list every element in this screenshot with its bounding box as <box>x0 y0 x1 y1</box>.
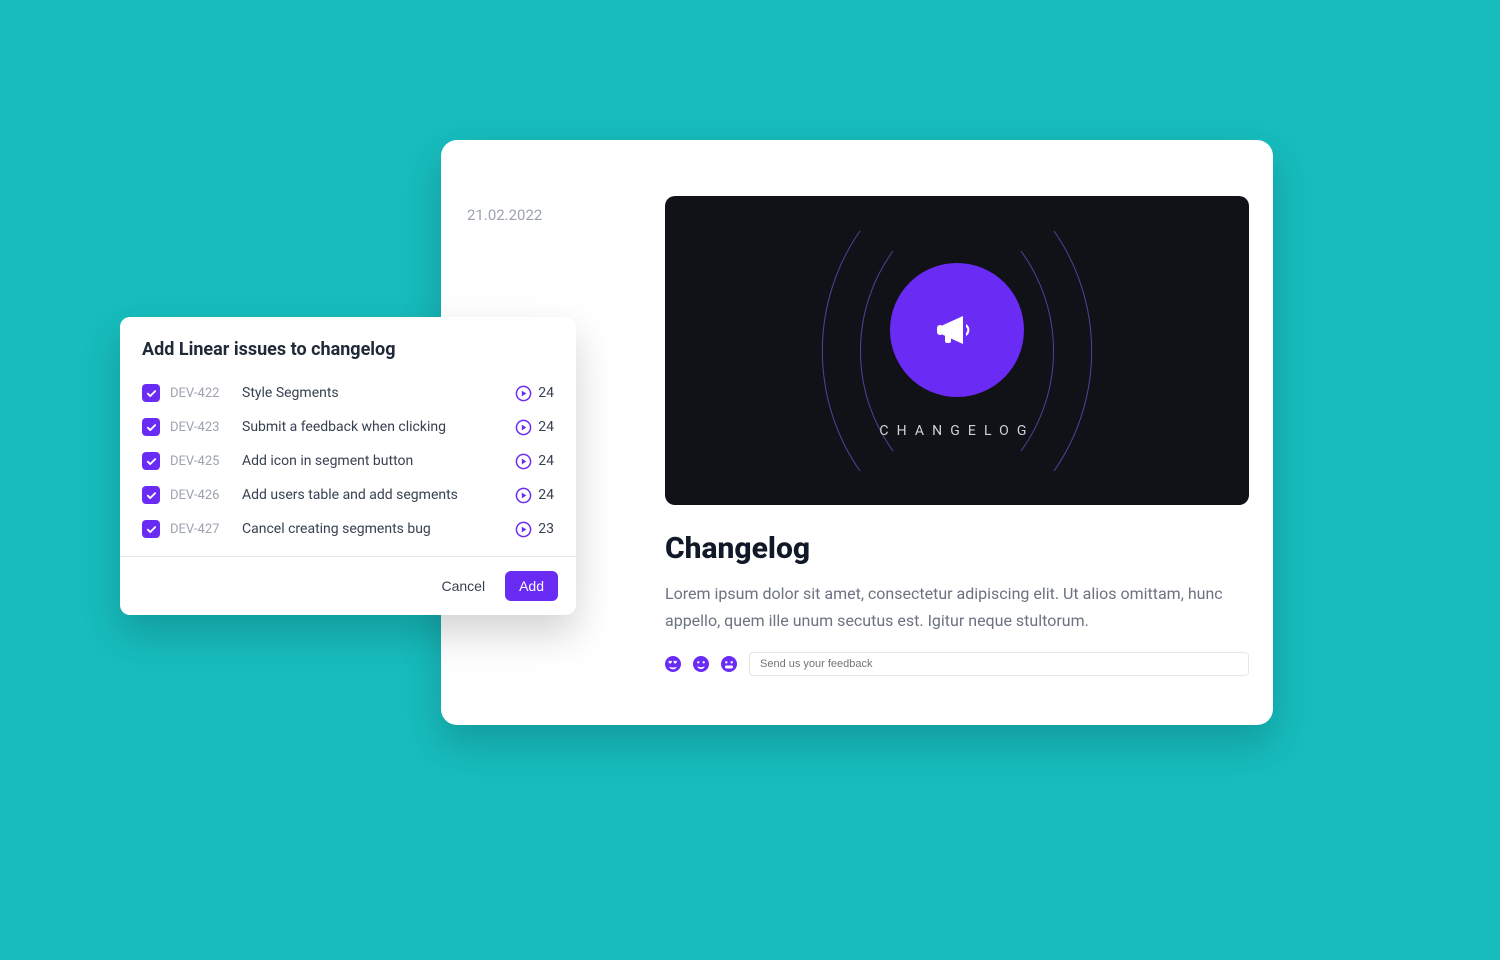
feedback-row <box>665 652 1249 676</box>
play-circle-icon <box>515 521 532 538</box>
issue-id: DEV-427 <box>170 522 232 537</box>
changelog-hero: CHANGELOG <box>665 196 1249 505</box>
play-circle-icon <box>515 453 532 470</box>
issue-title: Submit a feedback when clicking <box>242 419 505 435</box>
issue-title: Style Segments <box>242 385 505 401</box>
issue-title: Add users table and add segments <box>242 487 505 503</box>
issue-status: 24 <box>515 385 554 402</box>
checkbox-icon[interactable] <box>142 384 160 402</box>
changelog-title: Changelog <box>665 531 1249 566</box>
issue-count: 24 <box>538 419 554 435</box>
modal-title: Add Linear issues to changelog <box>120 317 576 376</box>
megaphone-icon <box>933 306 981 354</box>
issue-row[interactable]: DEV-423 Submit a feedback when clicking 24 <box>142 410 554 444</box>
issue-title: Cancel creating segments bug <box>242 521 505 537</box>
issue-id: DEV-423 <box>170 420 232 435</box>
hero-label: CHANGELOG <box>879 423 1034 439</box>
add-linear-modal: Add Linear issues to changelog DEV-422 St… <box>120 317 576 615</box>
issue-status: 23 <box>515 521 554 538</box>
issue-status: 24 <box>515 487 554 504</box>
issue-row[interactable]: DEV-426 Add users table and add segments 2… <box>142 478 554 512</box>
issue-list: DEV-422 Style Segments 24 DEV-423 Submit a f… <box>120 376 576 556</box>
add-button[interactable]: Add <box>505 571 558 601</box>
play-circle-icon <box>515 487 532 504</box>
checkbox-icon[interactable] <box>142 418 160 436</box>
issue-count: 24 <box>538 385 554 401</box>
changelog-body: CHANGELOG Changelog Lorem ipsum dolor si… <box>665 196 1249 701</box>
modal-footer: Cancel Add <box>120 556 576 615</box>
issue-status: 24 <box>515 453 554 470</box>
checkbox-icon[interactable] <box>142 520 160 538</box>
issue-count: 24 <box>538 453 554 469</box>
emoji-love-icon[interactable] <box>665 656 681 672</box>
issue-row[interactable]: DEV-427 Cancel creating segments bug 23 <box>142 512 554 546</box>
emoji-grin-icon[interactable] <box>721 656 737 672</box>
checkbox-icon[interactable] <box>142 486 160 504</box>
issue-count: 23 <box>538 521 554 537</box>
hero-circle <box>890 263 1024 397</box>
cancel-button[interactable]: Cancel <box>435 577 491 595</box>
issue-title: Add icon in segment button <box>242 453 505 469</box>
issue-id: DEV-426 <box>170 488 232 503</box>
play-circle-icon <box>515 419 532 436</box>
emoji-happy-icon[interactable] <box>693 656 709 672</box>
play-circle-icon <box>515 385 532 402</box>
issue-status: 24 <box>515 419 554 436</box>
issue-id: DEV-425 <box>170 454 232 469</box>
issue-row[interactable]: DEV-425 Add icon in segment button 24 <box>142 444 554 478</box>
changelog-description: Lorem ipsum dolor sit amet, consectetur … <box>665 580 1245 634</box>
issue-id: DEV-422 <box>170 386 232 401</box>
issue-count: 24 <box>538 487 554 503</box>
issue-row[interactable]: DEV-422 Style Segments 24 <box>142 376 554 410</box>
checkbox-icon[interactable] <box>142 452 160 470</box>
feedback-input[interactable] <box>749 652 1249 676</box>
